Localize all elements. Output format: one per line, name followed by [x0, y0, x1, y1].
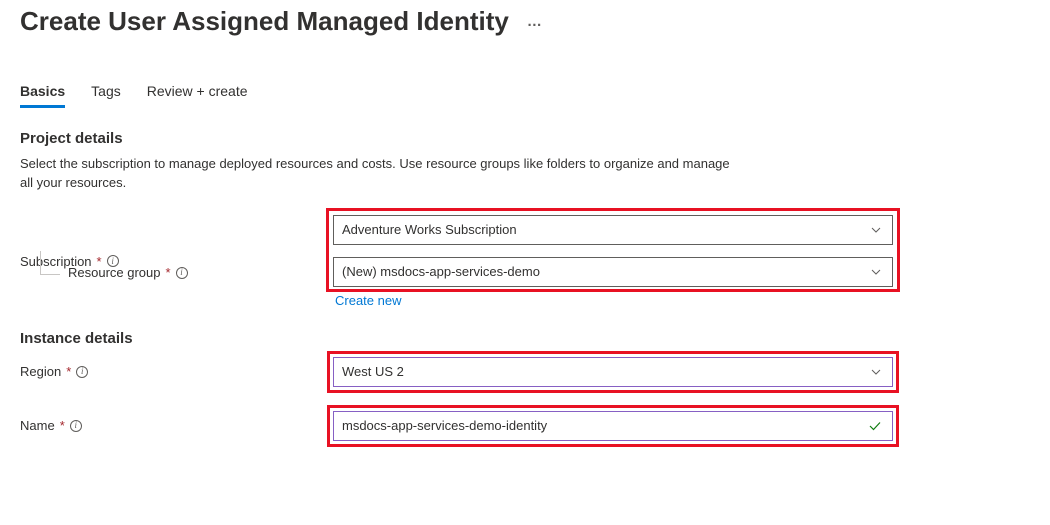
highlight-region: West US 2 [327, 351, 899, 393]
subscription-value: Adventure Works Subscription [342, 222, 517, 237]
section-instance-details-heading: Instance details [20, 330, 1030, 347]
region-dropdown[interactable]: West US 2 [333, 357, 893, 387]
section-project-details-desc: Select the subscription to manage deploy… [20, 155, 740, 193]
create-new-link[interactable]: Create new [335, 293, 893, 308]
info-icon[interactable]: i [70, 420, 82, 432]
label-name: Name * i [20, 418, 333, 433]
required-icon: * [166, 265, 171, 280]
label-name-text: Name [20, 418, 55, 433]
chevron-down-icon [870, 266, 882, 278]
required-icon: * [66, 364, 71, 379]
tab-review-create[interactable]: Review + create [147, 83, 248, 108]
row-subscription: Subscription * i Adventure Works Subscri… [20, 215, 1030, 308]
row-name: Name * i msdocs-app-services-demo-identi… [20, 409, 1030, 443]
info-icon[interactable]: i [76, 366, 88, 378]
section-project-details-heading: Project details [20, 130, 1030, 147]
label-region: Region * i [20, 364, 333, 379]
name-input[interactable]: msdocs-app-services-demo-identity [333, 411, 893, 441]
info-icon[interactable]: i [176, 267, 188, 279]
tab-tags[interactable]: Tags [91, 83, 121, 108]
region-value: West US 2 [342, 364, 404, 379]
label-region-text: Region [20, 364, 61, 379]
more-icon[interactable]: … [527, 13, 543, 30]
subscription-dropdown[interactable]: Adventure Works Subscription [333, 215, 893, 245]
checkmark-icon [868, 419, 882, 433]
label-resource-group-text: Resource group [68, 265, 161, 280]
indent-guide-icon [40, 251, 60, 275]
tab-bar: Basics Tags Review + create [20, 83, 1030, 108]
chevron-down-icon [870, 224, 882, 236]
page-title: Create User Assigned Managed Identity … [20, 6, 1030, 37]
label-resource-group: Resource group * i [20, 265, 333, 280]
highlight-name: msdocs-app-services-demo-identity [327, 405, 899, 447]
tab-basics[interactable]: Basics [20, 83, 65, 108]
highlight-subscription-rg: Adventure Works Subscription (New) msdoc… [326, 208, 900, 292]
resource-group-dropdown[interactable]: (New) msdocs-app-services-demo [333, 257, 893, 287]
name-value: msdocs-app-services-demo-identity [342, 418, 547, 433]
chevron-down-icon [870, 366, 882, 378]
resource-group-value: (New) msdocs-app-services-demo [342, 264, 540, 279]
required-icon: * [60, 418, 65, 433]
row-region: Region * i West US 2 [20, 355, 1030, 389]
page-title-text: Create User Assigned Managed Identity [20, 6, 509, 37]
